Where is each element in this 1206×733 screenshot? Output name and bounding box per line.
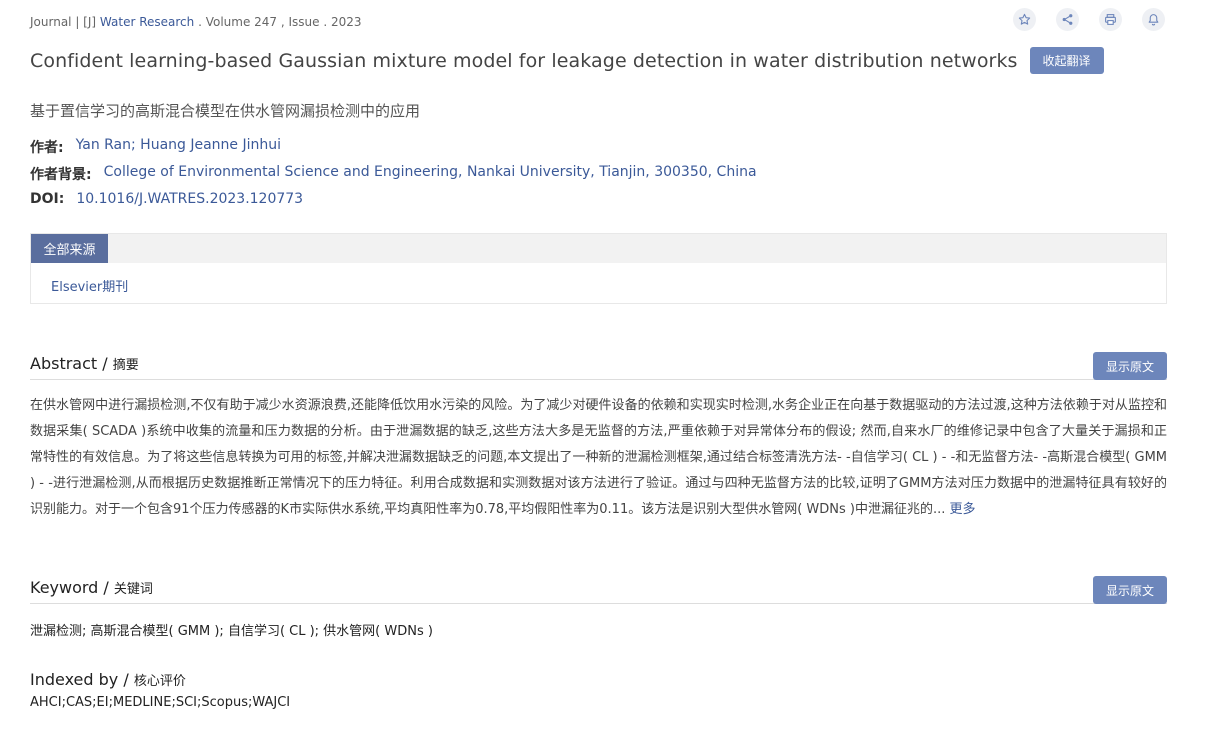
doi-row: DOI: 10.1016/J.WATRES.2023.120773 bbox=[30, 191, 303, 207]
keywords-list: 泄漏检测; 高斯混合模型( GMM ); 自信学习( CL ); 供水管网( W… bbox=[30, 624, 433, 639]
abstract-title: Abstract / 摘要 bbox=[30, 354, 139, 373]
keyword-show-original-button[interactable]: 显示原文 bbox=[1093, 576, 1167, 604]
journal-type: Journal | [J] bbox=[30, 15, 97, 29]
action-toolbar bbox=[1013, 8, 1165, 31]
print-icon bbox=[1105, 14, 1116, 25]
collapse-translation-button[interactable]: 收起翻译 bbox=[1029, 47, 1104, 74]
authors-row: 作者: Yan Ran; Huang Jeanne Jinhui bbox=[30, 137, 281, 157]
abstract-show-original-button[interactable]: 显示原文 bbox=[1093, 352, 1167, 380]
title-row: Confident learning-based Gaussian mixtur… bbox=[30, 47, 1104, 74]
favorite-button[interactable] bbox=[1013, 8, 1036, 31]
sources-tab-bar: 全部来源 bbox=[31, 234, 1166, 263]
abstract-more-link[interactable]: 更多 bbox=[950, 502, 976, 517]
abstract-title-cn: 摘要 bbox=[112, 358, 139, 373]
affiliation-link[interactable]: College of Environmental Science and Eng… bbox=[104, 164, 757, 184]
journal-name-link[interactable]: Water Research bbox=[100, 15, 194, 29]
keyword-title-cn: 关键词 bbox=[113, 582, 153, 597]
notification-button[interactable] bbox=[1142, 8, 1165, 31]
paper-title-translated: 基于置信学习的高斯混合模型在供水管网漏损检测中的应用 bbox=[30, 102, 421, 120]
indexed-title-cn: 核心评价 bbox=[133, 674, 186, 689]
doi-label: DOI: bbox=[30, 191, 65, 207]
paper-title: Confident learning-based Gaussian mixtur… bbox=[30, 49, 1018, 72]
star-icon bbox=[1018, 13, 1031, 25]
abstract-text: 在供水管网中进行漏损检测,不仅有助于减少水资源浪费,还能降低饮用水污染的风险。为… bbox=[30, 398, 1167, 517]
abstract-body: 在供水管网中进行漏损检测,不仅有助于减少水资源浪费,还能降低饮用水污染的风险。为… bbox=[30, 393, 1167, 523]
doi-link[interactable]: 10.1016/J.WATRES.2023.120773 bbox=[76, 191, 303, 207]
volume-issue: . Volume 247 , Issue . 2023 bbox=[198, 15, 362, 29]
abstract-header: Abstract / 摘要 显示原文 bbox=[30, 352, 1167, 380]
source-link-elsevier[interactable]: Elsevier期刊 bbox=[51, 276, 128, 295]
indexed-title-en: Indexed by / bbox=[30, 670, 129, 689]
journal-meta: Journal | [J] Water Research . Volume 24… bbox=[30, 15, 362, 29]
share-icon bbox=[1062, 14, 1073, 25]
share-button[interactable] bbox=[1056, 8, 1079, 31]
abstract-title-en: Abstract / bbox=[30, 354, 108, 373]
bell-icon bbox=[1148, 14, 1159, 26]
tab-all-sources[interactable]: 全部来源 bbox=[31, 234, 108, 263]
sources-panel: 全部来源 Elsevier期刊 bbox=[30, 233, 1167, 304]
authors-link[interactable]: Yan Ran; Huang Jeanne Jinhui bbox=[76, 137, 281, 157]
print-button[interactable] bbox=[1099, 8, 1122, 31]
indexed-databases: AHCI;CAS;EI;MEDLINE;SCI;Scopus;WAJCI bbox=[30, 695, 291, 710]
affiliation-label: 作者背景: bbox=[30, 167, 92, 183]
indexed-title: Indexed by / 核心评价 bbox=[30, 670, 186, 689]
keyword-header: Keyword / 关键词 显示原文 bbox=[30, 576, 1167, 604]
affiliation-row: 作者背景: College of Environmental Science a… bbox=[30, 164, 757, 184]
keyword-title: Keyword / 关键词 bbox=[30, 578, 153, 597]
keyword-title-en: Keyword / bbox=[30, 578, 109, 597]
authors-label: 作者: bbox=[30, 140, 64, 156]
